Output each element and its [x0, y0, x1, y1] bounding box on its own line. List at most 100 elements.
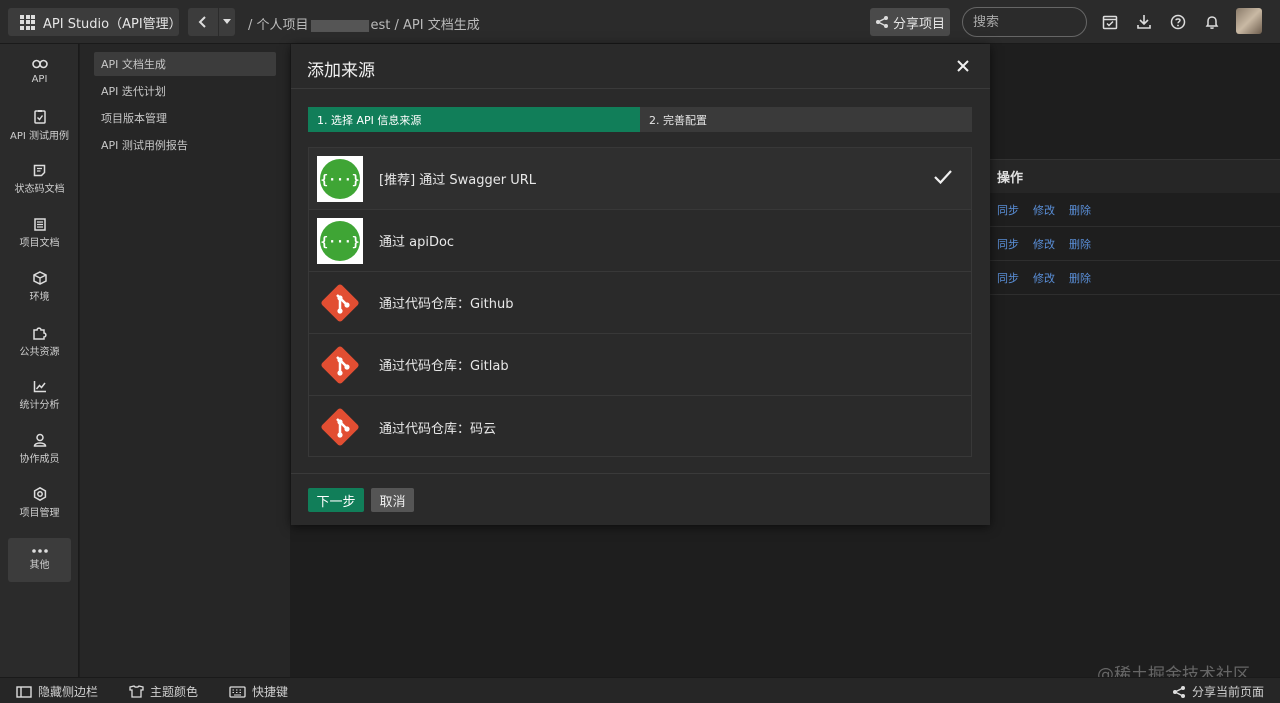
sidebar-item-api-test-cases[interactable]: API 测试用例	[0, 100, 79, 150]
user-icon	[33, 433, 46, 447]
secondary-nav: API 文档生成 API 迭代计划 项目版本管理 API 测试用例报告	[80, 44, 290, 677]
back-button[interactable]	[188, 8, 218, 36]
sidebar-item-status-codes[interactable]: 状态码文档	[0, 154, 79, 204]
app-title: API Studio（API管理）	[43, 16, 182, 32]
sidebar-toggle-icon	[16, 685, 32, 698]
search-input[interactable]	[962, 7, 1087, 37]
edit-link[interactable]: 修改	[1033, 202, 1055, 218]
cancel-button[interactable]: 取消	[371, 488, 414, 512]
source-option-swagger-url[interactable]: {···} [推荐] 通过 Swagger URL	[309, 148, 971, 210]
source-option-gitee[interactable]: 通过代码仓库：码云	[309, 396, 971, 458]
bell-icon[interactable]	[1202, 12, 1222, 32]
subnav-item-label: API 迭代计划	[101, 85, 166, 98]
share-icon	[1173, 685, 1185, 698]
share-page-label: 分享当前页面	[1192, 685, 1265, 699]
sidebar-item-label: 环境	[29, 292, 50, 303]
document-icon	[33, 217, 46, 231]
breadcrumb-current: est / API 文档生成	[370, 18, 480, 33]
hide-sidebar-button[interactable]: 隐藏侧边栏	[16, 683, 98, 700]
sidebar-item-label: 统计分析	[19, 399, 60, 411]
svg-text:{···}: {···}	[320, 235, 359, 250]
grid-icon	[20, 14, 35, 30]
source-option-label: 通过代码仓库：Github	[379, 297, 514, 312]
next-step-button[interactable]: 下一步	[308, 488, 364, 512]
delete-link[interactable]: 删除	[1069, 236, 1091, 252]
history-dropdown-button[interactable]	[219, 8, 235, 36]
sidebar-item-label: API	[31, 74, 48, 85]
breadcrumb: / 个人项目 est / API 文档生成	[248, 14, 480, 33]
gear-icon	[33, 487, 46, 501]
git-icon	[317, 404, 363, 450]
help-icon[interactable]	[1168, 12, 1188, 32]
sidebar-item-label: 协作成员	[19, 454, 60, 465]
git-icon	[317, 342, 363, 388]
sidebar-item-statistics[interactable]: 统计分析	[0, 370, 79, 420]
table-row: 同步 修改 删除	[990, 193, 1280, 227]
sidebar-item-members[interactable]: 协作成员	[0, 424, 79, 474]
table-row: 同步 修改 删除	[990, 261, 1280, 295]
step-complete-config: 2. 完善配置	[640, 107, 972, 132]
sidebar-item-environment[interactable]: 环境	[0, 262, 79, 312]
swagger-icon: {···}	[317, 218, 363, 264]
sync-link[interactable]: 同步	[997, 270, 1019, 286]
delete-link[interactable]: 删除	[1069, 202, 1091, 218]
sidebar-item-label: 状态码文档	[14, 183, 65, 195]
clipboard-check-icon	[33, 109, 46, 124]
source-option-apidoc[interactable]: {···} 通过 apiDoc	[309, 210, 971, 272]
hide-sidebar-label: 隐藏侧边栏	[38, 685, 99, 699]
calendar-check-icon[interactable]	[1100, 12, 1120, 32]
caret-down-icon	[223, 19, 231, 24]
redacted-text	[310, 19, 369, 32]
source-option-label: 通过 apiDoc	[379, 235, 455, 250]
dialog-title: 添加来源	[307, 61, 375, 81]
subnav-item-test-report[interactable]: API 测试用例报告	[94, 133, 276, 157]
chart-line-icon	[33, 380, 46, 392]
sidebar-item-more[interactable]: 其他	[8, 538, 71, 582]
subnav-item-api-doc-generation[interactable]: API 文档生成	[94, 52, 276, 76]
subnav-item-label: 项目版本管理	[101, 112, 167, 125]
subnav-item-label: API 文档生成	[101, 58, 166, 71]
share-project-button[interactable]: 分享项目	[870, 8, 950, 36]
sidebar-item-label: 项目文档	[19, 237, 60, 249]
avatar[interactable]	[1236, 8, 1262, 34]
subnav-item-version-management[interactable]: 项目版本管理	[94, 106, 276, 130]
dialog-header: 添加来源	[291, 44, 990, 89]
source-option-label: [推荐] 通过 Swagger URL	[379, 173, 537, 188]
shortcuts-label: 快捷键	[252, 685, 289, 699]
cube-icon	[32, 271, 47, 285]
sidebar-item-project-management[interactable]: 项目管理	[0, 478, 79, 528]
shirt-icon	[129, 685, 144, 698]
link-icon	[31, 59, 48, 69]
theme-color-button[interactable]: 主题颜色	[129, 683, 198, 700]
edit-link[interactable]: 修改	[1033, 270, 1055, 286]
close-button[interactable]	[954, 57, 972, 75]
sidebar-item-api[interactable]: API	[0, 46, 79, 96]
share-page-button[interactable]: 分享当前页面	[1172, 683, 1264, 700]
delete-link[interactable]: 删除	[1069, 270, 1091, 286]
code-doc-icon	[33, 164, 46, 176]
sync-link[interactable]: 同步	[997, 236, 1019, 252]
step-select-source: 1. 选择 API 信息来源	[308, 107, 640, 132]
subnav-item-label: API 测试用例报告	[101, 139, 188, 152]
shortcuts-button[interactable]: 快捷键	[229, 683, 288, 700]
source-option-github[interactable]: 通过代码仓库：Github	[309, 272, 971, 334]
sidebar-item-label: 其他	[29, 560, 50, 571]
source-option-gitlab[interactable]: 通过代码仓库：Gitlab	[309, 334, 971, 396]
sidebar-item-public-resources[interactable]: 公共资源	[0, 316, 79, 366]
footer-bar: 隐藏侧边栏 主题颜色 快捷键 分享当前页面	[0, 677, 1280, 703]
swagger-icon: {···}	[317, 156, 363, 202]
breadcrumb-project[interactable]: / 个人项目	[248, 18, 309, 33]
keyboard-icon	[229, 685, 246, 698]
app-switcher-button[interactable]: API Studio（API管理）	[8, 8, 182, 36]
chevron-left-icon	[198, 16, 206, 28]
svg-text:{···}: {···}	[320, 173, 359, 188]
share-icon	[875, 16, 888, 28]
subnav-item-api-iteration-plan[interactable]: API 迭代计划	[94, 79, 276, 103]
source-option-label: 通过代码仓库：Gitlab	[379, 359, 509, 374]
edit-link[interactable]: 修改	[1033, 236, 1055, 252]
sync-link[interactable]: 同步	[997, 202, 1019, 218]
sidebar-item-project-docs[interactable]: 项目文档	[0, 208, 79, 258]
download-icon[interactable]	[1134, 12, 1154, 32]
theme-color-label: 主题颜色	[150, 685, 199, 699]
more-icon	[31, 549, 48, 553]
